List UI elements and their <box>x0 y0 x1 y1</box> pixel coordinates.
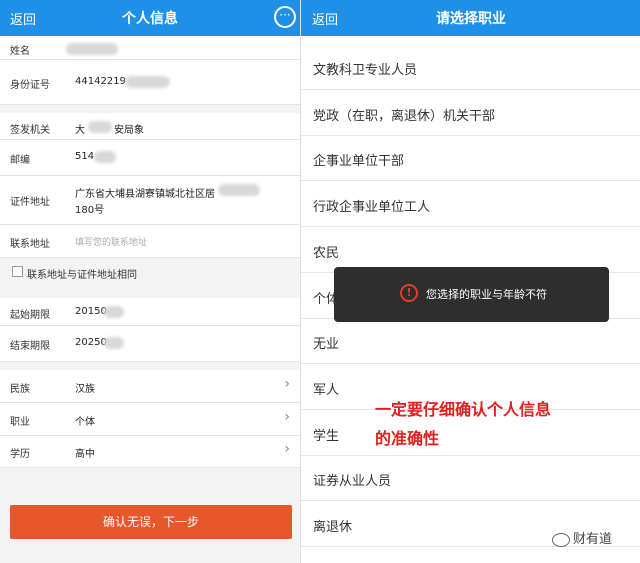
page-title: 个人信息 <box>122 11 178 27</box>
job-row[interactable]: 职业 个体 › <box>0 403 300 436</box>
occupation-item[interactable]: 企事业单位干部 <box>301 136 640 182</box>
toast-message: 您选择的职业与年龄不符 <box>426 288 547 301</box>
ethnic-value: 汉族 <box>75 384 95 395</box>
same-address-label: 联系地址与证件地址相同 <box>27 270 137 281</box>
occupation-label: 文教科卫专业人员 <box>313 63 418 78</box>
job-label: 职业 <box>10 417 30 428</box>
section-gap <box>0 105 300 113</box>
occupation-label: 农民 <box>313 245 340 261</box>
watermark: 财有道 <box>552 528 612 547</box>
issuer-row[interactable]: 签发机关 大 安局象 <box>0 113 300 140</box>
annotation-line2: 的准确性 <box>375 429 440 448</box>
redacted-value <box>125 76 170 88</box>
postcode-row[interactable]: 邮编 514 <box>0 140 300 176</box>
education-label: 学历 <box>10 449 30 460</box>
postcode-value: 514 <box>75 151 95 162</box>
contact-address-row[interactable]: 联系地址 填写您的联系地址 <box>0 225 300 258</box>
ethnic-row[interactable]: 民族 汉族 › <box>0 370 300 403</box>
section-gap <box>0 362 300 370</box>
occupation-item[interactable]: 证券从业人员 <box>301 456 640 502</box>
chevron-right-icon: › <box>284 376 290 392</box>
occupation-header: 返回 请选择职业 <box>301 0 640 36</box>
occupation-label: 证券从业人员 <box>313 474 392 490</box>
contact-address-input[interactable]: 填写您的联系地址 <box>75 235 147 248</box>
idno-label: 身份证号 <box>10 80 50 91</box>
end-date-label: 结束期限 <box>10 341 50 352</box>
end-date-value: 20250 <box>75 337 107 348</box>
occupation-label: 行政企事业单位工人 <box>313 200 431 216</box>
redacted-value <box>104 306 124 318</box>
occupation-label: 军人 <box>313 382 340 398</box>
section-gap <box>0 286 300 298</box>
occupation-item[interactable]: 行政企事业单位工人 <box>301 182 640 228</box>
chevron-right-icon: › <box>284 441 290 457</box>
name-row[interactable]: 姓名 <box>0 36 300 60</box>
start-date-label: 起始期限 <box>10 310 50 321</box>
job-value: 个体 <box>75 417 95 428</box>
occupation-label: 离退休 <box>313 520 353 535</box>
issuer-value-a: 大 <box>75 125 85 136</box>
cert-address-line2: 180号 <box>75 205 105 216</box>
confirm-next-button[interactable]: 确认无误，下一步 <box>10 505 292 539</box>
cert-address-label: 证件地址 <box>10 197 50 208</box>
error-toast: ! 您选择的职业与年龄不符 <box>334 267 609 322</box>
warning-icon: ! <box>400 284 418 302</box>
watermark-text: 财有道 <box>573 532 613 547</box>
redacted-value <box>104 337 124 349</box>
chat-more-icon[interactable]: ··· <box>274 6 296 28</box>
start-date-row[interactable]: 起始期限 20150 <box>0 298 300 326</box>
occupation-item[interactable]: 党政（在职，离退休）机关干部 <box>301 91 640 136</box>
name-label: 姓名 <box>10 46 30 57</box>
occupation-label: 学生 <box>313 428 340 444</box>
cert-address-line1: 广东省大埔县湖寮镇城北社区居 <box>75 189 215 200</box>
redacted-value <box>88 121 112 133</box>
education-value: 高中 <box>75 449 95 460</box>
chevron-right-icon: › <box>284 409 290 425</box>
end-date-row[interactable]: 结束期限 20250 <box>0 326 300 362</box>
occupation-label: 企事业单位干部 <box>313 154 405 170</box>
occupation-item[interactable]: 文教科卫专业人员 <box>301 45 640 90</box>
personal-info-screen: 返回 个人信息 ··· 姓名 身份证号 44142219 签发机关 大 安局象 … <box>0 0 300 563</box>
same-address-checkbox-row[interactable]: 联系地址与证件地址相同 <box>0 258 300 286</box>
idno-row[interactable]: 身份证号 44142219 <box>0 60 300 105</box>
issuer-value-b: 安局象 <box>114 125 144 136</box>
postcode-label: 邮编 <box>10 155 30 166</box>
wechat-icon <box>552 532 570 547</box>
same-address-checkbox[interactable] <box>12 266 23 277</box>
annotation-line1: 一定要仔细确认个人信息 <box>375 400 552 419</box>
occupation-item[interactable]: 无业 <box>301 319 640 365</box>
personal-info-header: 返回 个人信息 ··· <box>0 0 300 36</box>
contact-address-label: 联系地址 <box>10 239 50 250</box>
redacted-value <box>94 151 116 163</box>
occupation-label: 无业 <box>313 337 340 353</box>
idno-value: 44142219 <box>75 76 126 87</box>
ethnic-label: 民族 <box>10 384 30 395</box>
start-date-value: 20150 <box>75 306 107 317</box>
redacted-value <box>218 184 260 196</box>
issuer-label: 签发机关 <box>10 125 50 136</box>
page-title: 请选择职业 <box>436 11 506 27</box>
cert-address-row[interactable]: 证件地址 广东省大埔县湖寮镇城北社区居 180号 <box>0 176 300 225</box>
redacted-value <box>66 43 118 55</box>
education-row[interactable]: 学历 高中 › <box>0 436 300 468</box>
occupation-label: 党政（在职，离退休）机关干部 <box>313 108 496 124</box>
